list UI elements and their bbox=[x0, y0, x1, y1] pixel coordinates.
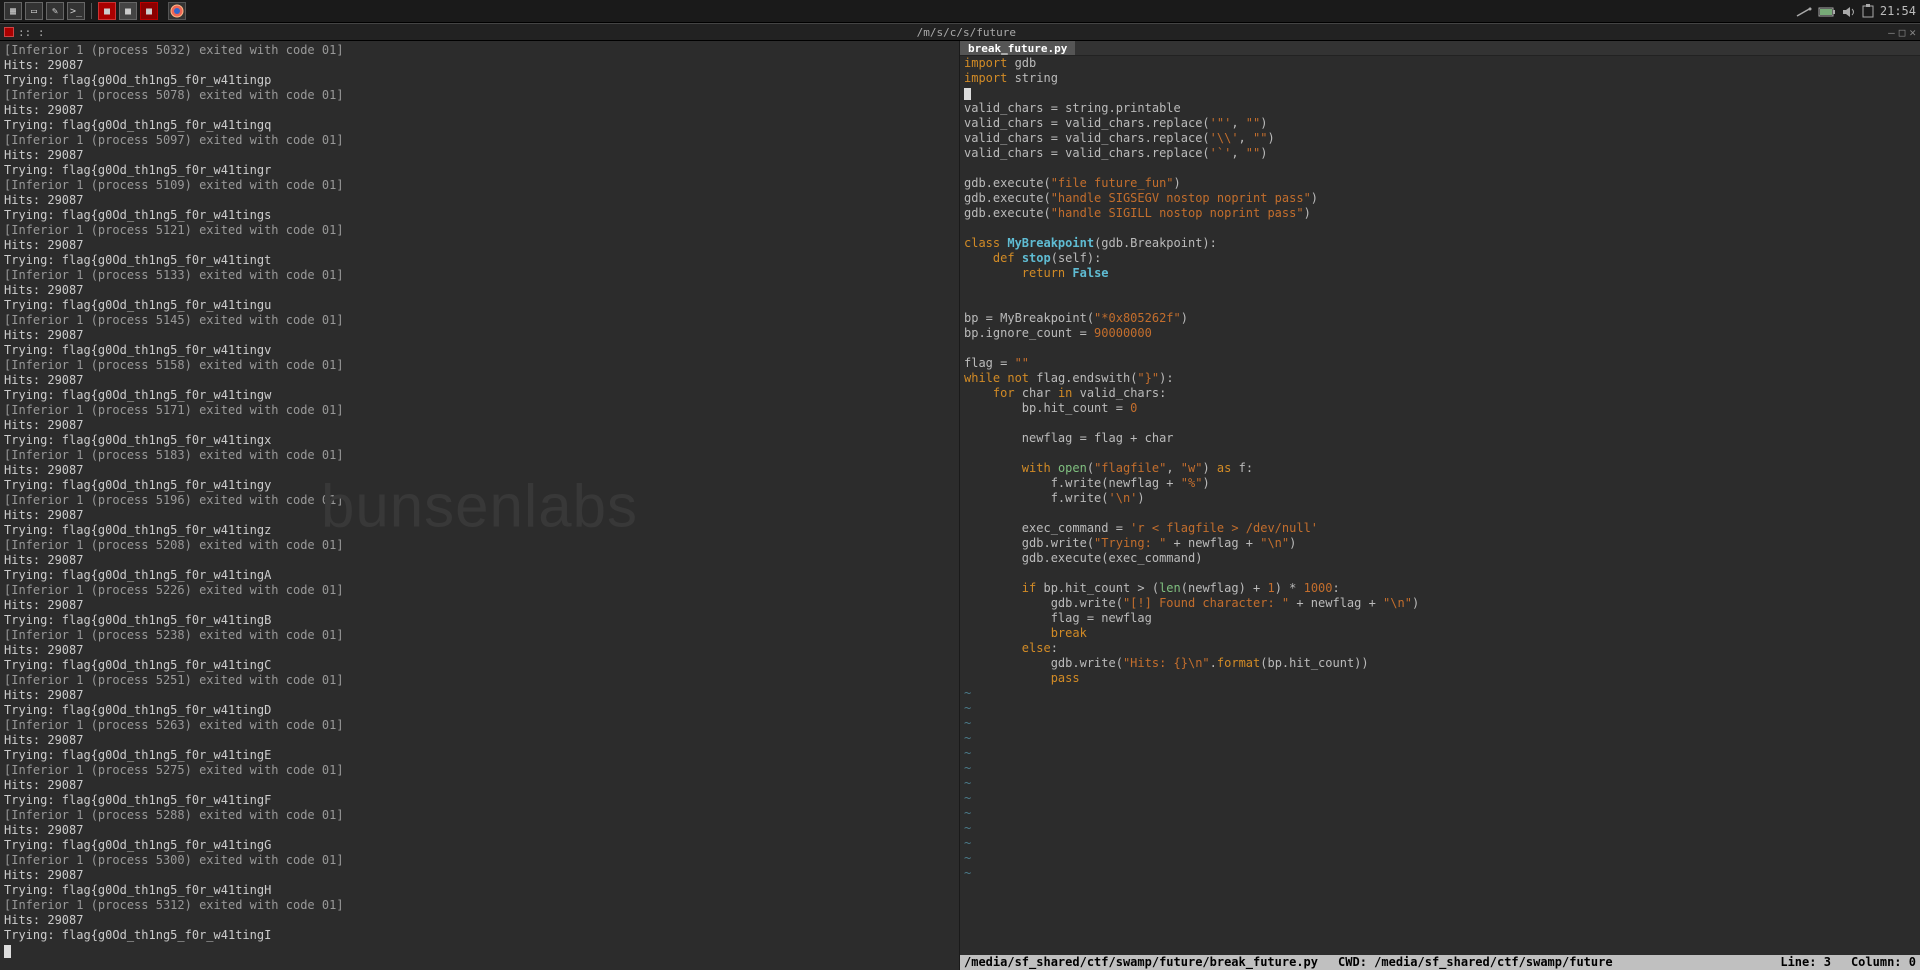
taskbar-divider bbox=[91, 3, 92, 19]
status-line: Line: 3 bbox=[1780, 955, 1831, 970]
taskbar-window2-icon[interactable]: ■ bbox=[119, 2, 137, 20]
taskbar-terminal-icon[interactable]: >_ bbox=[67, 2, 85, 20]
battery-icon[interactable] bbox=[1818, 4, 1836, 18]
editor-code[interactable]: import gdb import string valid_chars = s… bbox=[960, 56, 1920, 881]
taskbar-editor-icon[interactable]: ✎ bbox=[46, 2, 64, 20]
window-app-icon bbox=[4, 27, 14, 37]
status-column: Column: 0 bbox=[1851, 955, 1916, 970]
taskbar-left: ▦ ▭ ✎ >_ ■ ■ ■ bbox=[4, 2, 186, 20]
maximize-button[interactable]: □ bbox=[1899, 26, 1906, 39]
status-cwd: CWD: /media/sf_shared/ctf/swamp/future bbox=[1338, 955, 1613, 970]
close-button[interactable]: ✕ bbox=[1909, 26, 1916, 39]
volume-icon[interactable] bbox=[1842, 4, 1856, 18]
taskbar-window3-icon[interactable]: ■ bbox=[140, 2, 158, 20]
taskbar-menu-icon[interactable]: ▦ bbox=[4, 2, 22, 20]
editor-pane[interactable]: break_future.py import gdb import string… bbox=[960, 41, 1920, 970]
keyboard-icon[interactable] bbox=[1796, 4, 1812, 18]
window-title-path: /m/s/c/s/future bbox=[45, 26, 1889, 39]
window-controls: — □ ✕ bbox=[1888, 26, 1920, 39]
clock[interactable]: 21:54 bbox=[1880, 4, 1916, 18]
terminal-output: [Inferior 1 (process 5032) exited with c… bbox=[0, 41, 959, 960]
taskbar: ▦ ▭ ✎ >_ ■ ■ ■ 21:54 bbox=[0, 0, 1920, 23]
taskbar-firefox-icon[interactable] bbox=[168, 2, 186, 20]
editor-tab[interactable]: break_future.py bbox=[960, 41, 1076, 55]
window-titlebar: :: : /m/s/c/s/future — □ ✕ bbox=[0, 23, 1920, 41]
window-title-prefix: :: : bbox=[18, 26, 45, 39]
taskbar-active-window-icon[interactable]: ■ bbox=[98, 2, 116, 20]
spacer bbox=[161, 2, 165, 20]
status-filepath: /media/sf_shared/ctf/swamp/future/break_… bbox=[964, 955, 1318, 970]
clipboard-icon[interactable] bbox=[1862, 4, 1874, 19]
editor-tabbar: break_future.py bbox=[960, 41, 1920, 56]
minimize-button[interactable]: — bbox=[1888, 26, 1895, 39]
system-tray: 21:54 bbox=[1796, 4, 1916, 19]
window-title-left: :: : bbox=[0, 26, 45, 39]
workspace: bunsenlabs [Inferior 1 (process 5032) ex… bbox=[0, 41, 1920, 970]
taskbar-filemanager-icon[interactable]: ▭ bbox=[25, 2, 43, 20]
editor-statusbar: /media/sf_shared/ctf/swamp/future/break_… bbox=[960, 955, 1920, 970]
terminal-pane[interactable]: bunsenlabs [Inferior 1 (process 5032) ex… bbox=[0, 41, 960, 970]
